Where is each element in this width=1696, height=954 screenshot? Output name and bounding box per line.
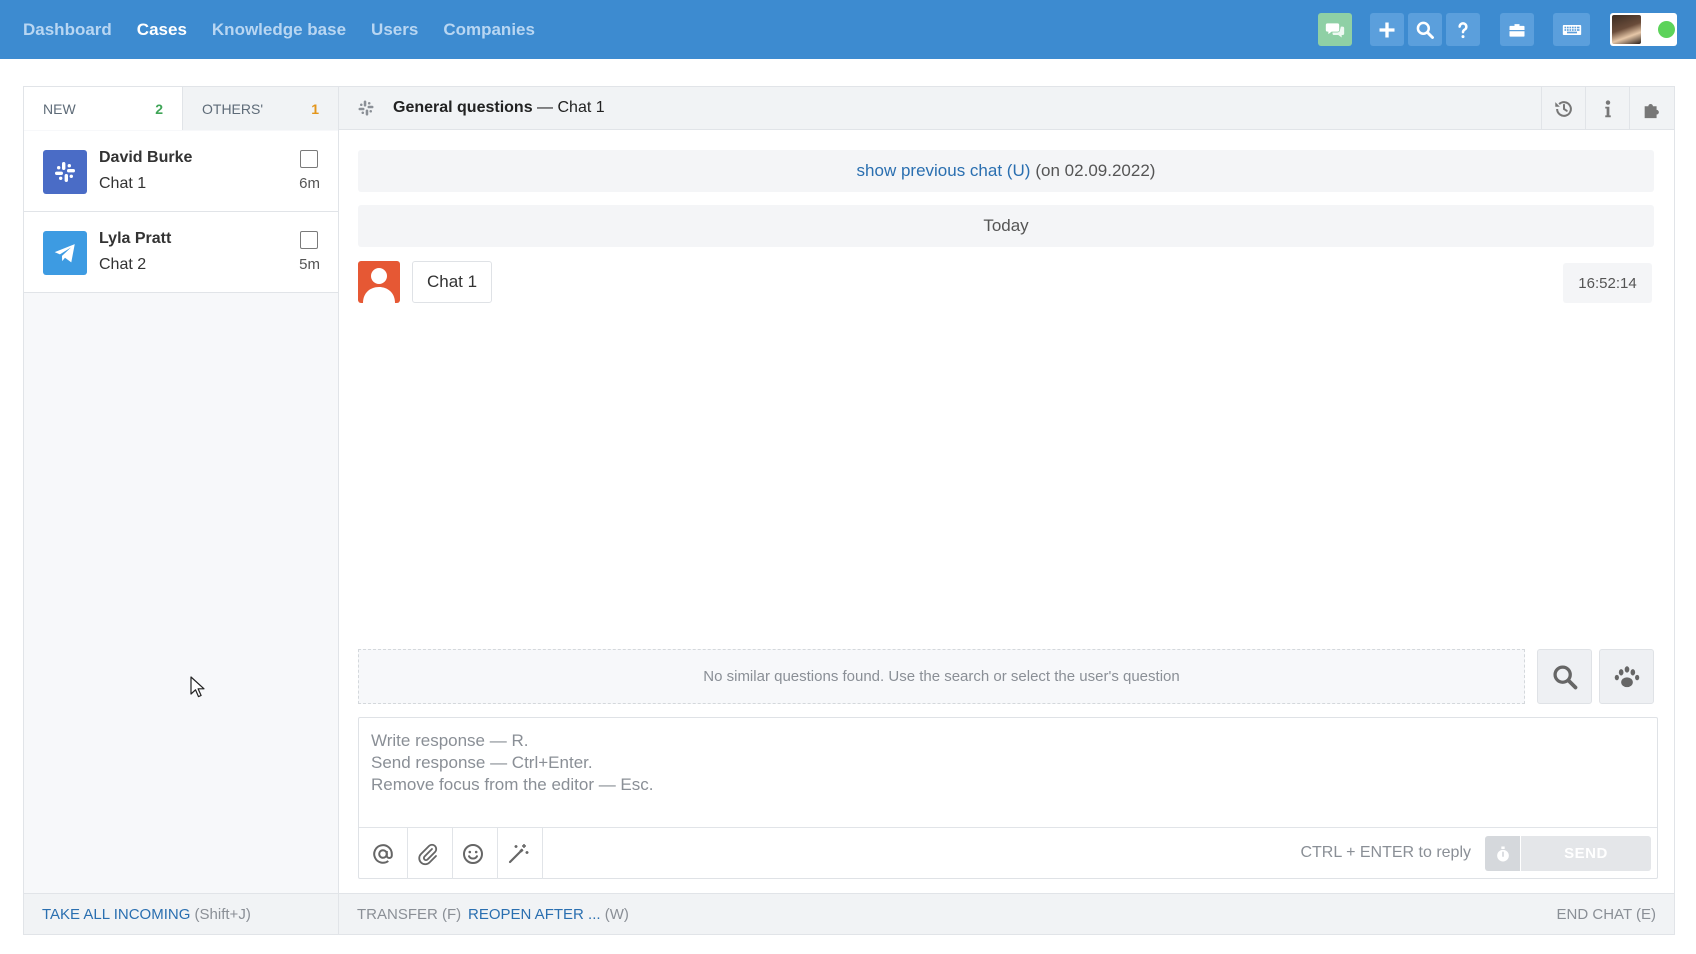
mouse-cursor-icon: [190, 676, 205, 698]
info-button[interactable]: [1585, 87, 1629, 130]
chat-user-name: Lyla Pratt: [99, 230, 172, 247]
reopen-label: REOPEN AFTER ...: [468, 906, 601, 923]
title-separator: —: [537, 99, 554, 116]
plugins-button[interactable]: [1629, 87, 1673, 130]
keyboard-icon: [1562, 24, 1581, 35]
paw-icon: [1614, 665, 1639, 687]
conversation-header: General questions — Chat 1: [339, 87, 1674, 130]
search-icon: [1416, 21, 1434, 39]
conversation-group: General questions: [393, 99, 533, 116]
queue-tabs: NEW 2 OTHERS' 1: [24, 87, 338, 130]
top-navigation-bar: Dashboard Cases Knowledge base Users Com…: [0, 0, 1696, 59]
search-questions-button[interactable]: [1537, 649, 1592, 704]
message-bubble: Chat 1: [412, 261, 493, 303]
take-all-shortcut: (Shift+J): [194, 906, 251, 923]
chat-user-name: David Burke: [99, 149, 193, 166]
attach-button[interactable]: [404, 828, 453, 879]
user-avatar: [358, 261, 400, 303]
editor-toolbar: CTRL + ENTER to reply SEND: [359, 827, 1657, 879]
delayed-send-button[interactable]: [1485, 836, 1520, 871]
workspace: NEW 2 OTHERS' 1 David Burke Chat 1 6m Ly…: [23, 86, 1675, 935]
chat-age: 5m: [299, 256, 320, 273]
briefcase-button[interactable]: [1500, 13, 1534, 46]
avatar: [1612, 15, 1641, 44]
tab-new[interactable]: NEW 2: [24, 87, 182, 130]
chat-select-checkbox[interactable]: [300, 231, 318, 249]
chat-list-item[interactable]: Lyla Pratt Chat 2 5m: [24, 212, 338, 293]
at-icon: [373, 843, 393, 864]
keyboard-button[interactable]: [1553, 13, 1590, 46]
tab-others-count: 1: [311, 100, 319, 117]
autoreply-button[interactable]: [1599, 649, 1654, 704]
similar-questions-box: No similar questions found. Use the sear…: [358, 649, 1525, 704]
reopen-shortcut: (W): [604, 906, 629, 923]
date-divider: Today: [358, 205, 1654, 247]
user-icon: [363, 268, 395, 303]
footer-divider: [338, 894, 339, 935]
editor-placeholder: Write response — R. Send response — Ctrl…: [371, 731, 654, 794]
message-timestamp: 16:52:14: [1563, 263, 1652, 303]
take-all-label: TAKE ALL INCOMING: [42, 906, 191, 923]
history-icon: [1554, 100, 1572, 117]
info-icon: [1604, 99, 1611, 117]
previous-chat-date: (on 02.09.2022): [1035, 161, 1156, 180]
reopen-after-button[interactable]: REOPEN AFTER ... (W): [468, 906, 629, 923]
chat-title: Chat 1: [99, 175, 147, 192]
previous-chat-bar: show previous chat (U) (on 02.09.2022): [358, 150, 1654, 192]
conversation-panel: General questions — Chat 1 show previous…: [339, 87, 1674, 934]
chat-select-checkbox[interactable]: [300, 150, 318, 168]
search-button[interactable]: [1408, 13, 1442, 46]
end-chat-button[interactable]: END CHAT (E): [1557, 906, 1656, 923]
slack-icon: [358, 100, 374, 116]
chat-age: 6m: [299, 175, 320, 192]
chat-icon: [1325, 22, 1345, 37]
help-button[interactable]: [1446, 13, 1480, 46]
main-nav: Dashboard Cases Knowledge base Users Com…: [23, 0, 535, 59]
emoji-button[interactable]: [449, 828, 498, 879]
send-group: SEND: [1485, 836, 1651, 871]
show-previous-chat-link[interactable]: show previous chat (U): [857, 161, 1031, 181]
tab-new-label: NEW: [43, 100, 76, 117]
nav-companies[interactable]: Companies: [443, 20, 535, 40]
history-button[interactable]: [1541, 87, 1585, 130]
slack-icon: [43, 150, 87, 194]
tab-others[interactable]: OTHERS' 1: [182, 87, 338, 130]
paperclip-icon: [418, 843, 438, 865]
plus-icon: [1379, 22, 1395, 37]
online-status-indicator: [1658, 21, 1675, 38]
transfer-button[interactable]: TRANSFER (F): [357, 906, 461, 923]
tab-new-count: 2: [155, 100, 163, 117]
tab-others-label: OTHERS': [202, 100, 264, 117]
stopwatch-icon: [1496, 846, 1509, 861]
chat-title: Chat 2: [99, 256, 147, 273]
briefcase-icon: [1509, 23, 1525, 37]
chats-button[interactable]: [1318, 13, 1352, 46]
smile-icon: [463, 843, 483, 864]
help-icon: [1458, 21, 1468, 38]
nav-dashboard[interactable]: Dashboard: [23, 20, 112, 40]
mention-button[interactable]: [359, 828, 408, 879]
action-footer: TAKE ALL INCOMING (Shift+J) TRANSFER (F)…: [24, 893, 1674, 935]
conversation-title: General questions — Chat 1: [393, 99, 605, 117]
magic-wand-icon: [508, 843, 529, 863]
puzzle-icon: [1644, 103, 1659, 118]
reply-shortcut-hint: CTRL + ENTER to reply: [1300, 844, 1471, 861]
add-button[interactable]: [1370, 13, 1404, 46]
send-button[interactable]: SEND: [1521, 836, 1651, 871]
profile-menu[interactable]: [1610, 13, 1677, 46]
nav-knowledge-base[interactable]: Knowledge base: [212, 20, 346, 40]
nav-users[interactable]: Users: [371, 20, 418, 40]
chat-list-item[interactable]: David Burke Chat 1 6m: [24, 131, 338, 212]
reply-editor[interactable]: Write response — R. Send response — Ctrl…: [358, 717, 1658, 879]
nav-cases[interactable]: Cases: [137, 20, 187, 40]
search-icon: [1552, 664, 1577, 689]
take-all-incoming-button[interactable]: TAKE ALL INCOMING (Shift+J): [42, 906, 251, 923]
telegram-icon: [43, 231, 87, 275]
chat-queue-panel: NEW 2 OTHERS' 1 David Burke Chat 1 6m Ly…: [24, 87, 339, 934]
magic-wand-button[interactable]: [494, 828, 543, 879]
conversation-chat-name: Chat 1: [557, 99, 605, 116]
